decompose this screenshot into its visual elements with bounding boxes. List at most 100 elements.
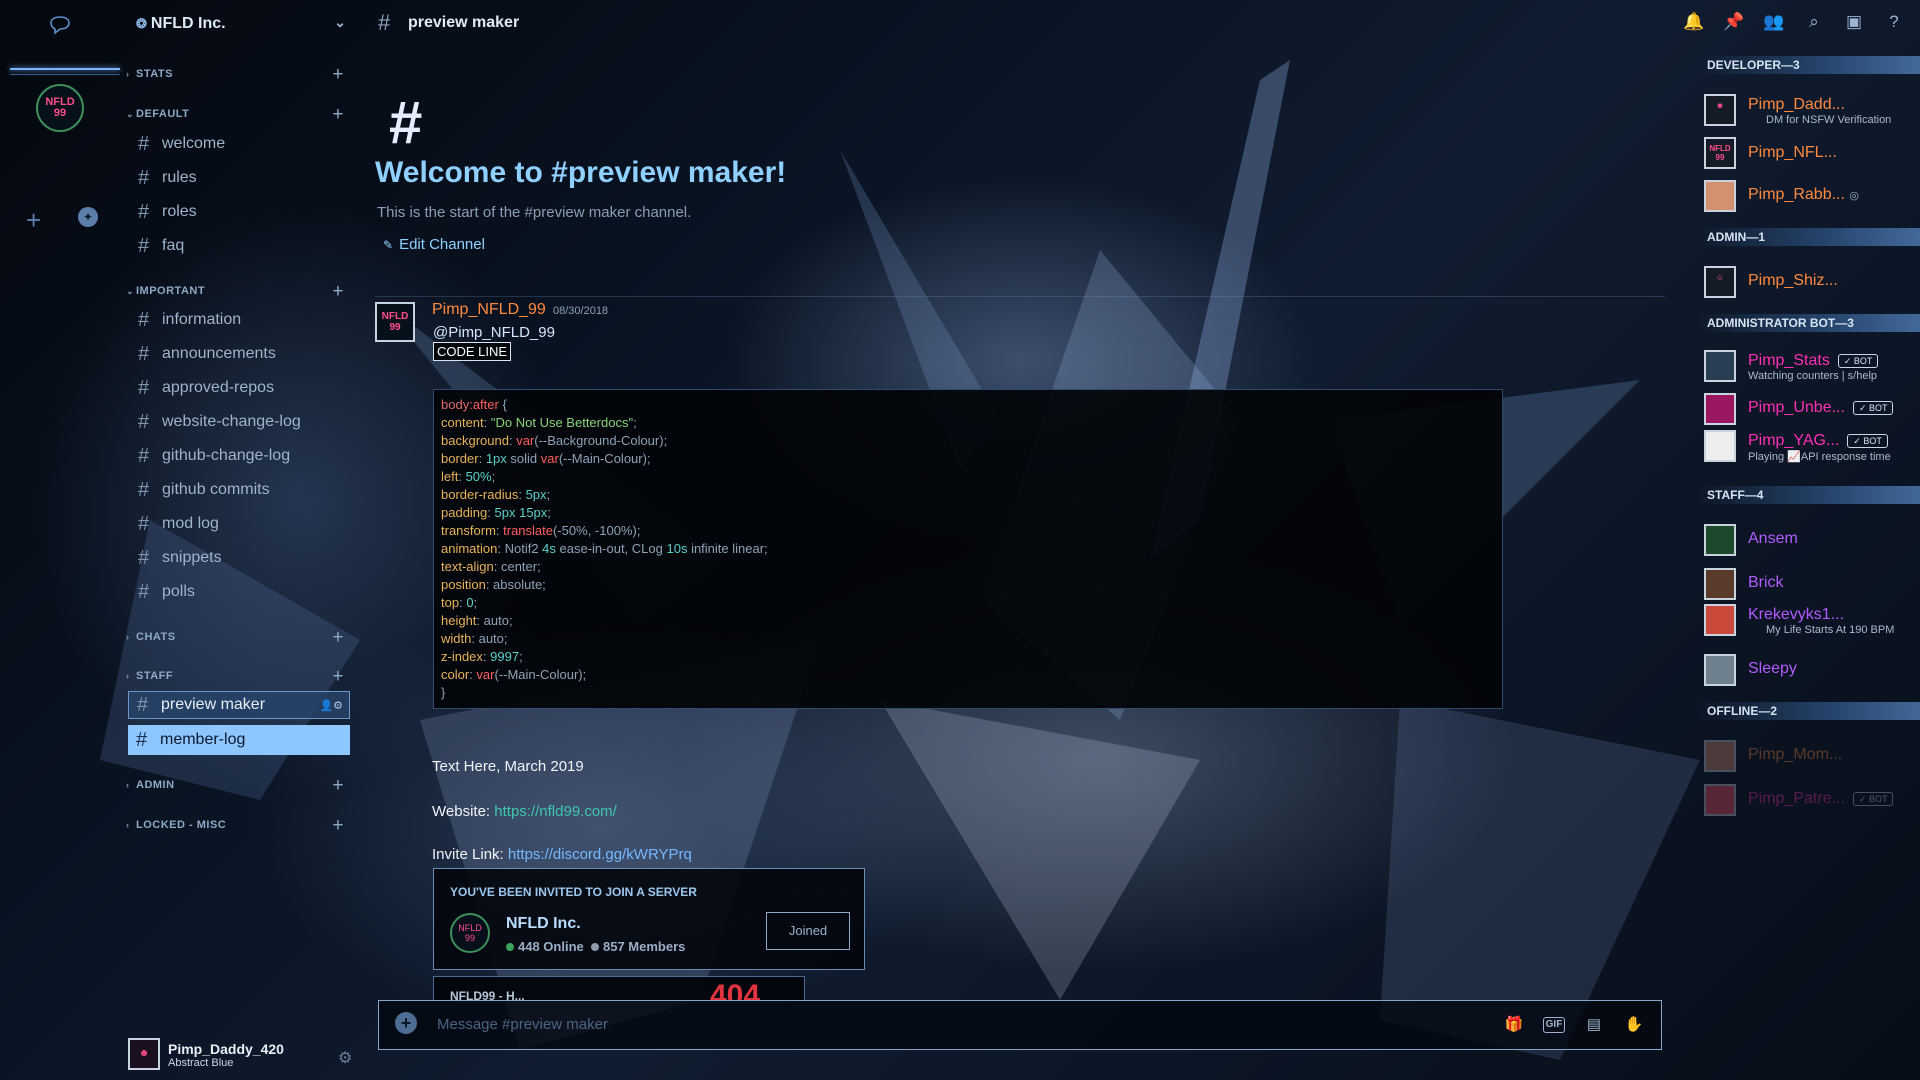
help-icon[interactable]: ? [1882, 12, 1906, 34]
channel-github-change-log[interactable]: # github-change-log [130, 441, 352, 471]
server-icon[interactable]: NFLD 99 [36, 84, 84, 132]
add-channel-icon[interactable]: + [332, 666, 344, 688]
category-chats[interactable]: › CHATS + [126, 627, 348, 649]
member-item[interactable]: ☺ Pimp_Shiz... [1704, 264, 1920, 300]
channel-mod-log[interactable]: # mod log [130, 509, 352, 539]
add-channel-icon[interactable]: + [332, 775, 344, 797]
gif-icon[interactable]: GIF [1543, 1017, 1565, 1033]
code-token: 5px [525, 487, 547, 502]
member-item[interactable]: Brick [1704, 566, 1920, 602]
avatar [1704, 180, 1736, 212]
code-line: z-index: 9997; [441, 648, 1495, 666]
member-item[interactable]: Pimp_Rabb... ◎ [1704, 178, 1920, 214]
code-token: : [483, 415, 491, 430]
message-author[interactable]: Pimp_NFLD_99 [432, 301, 546, 319]
code-token: (--Main-Colour); [558, 451, 651, 466]
joined-button[interactable]: Joined [766, 912, 850, 950]
channel-approved-repos[interactable]: # approved-repos [130, 373, 352, 403]
code-token: left [441, 469, 459, 484]
member-name: Pimp_Stats ✓ BOT [1748, 352, 1879, 370]
message-text: Text Here, March 2019 [432, 758, 584, 775]
bot-badge: ✓ BOT [1852, 791, 1894, 806]
category-important[interactable]: ⌄ IMPORTANT + [126, 281, 348, 303]
member-group-developer: DEVELOPER—3 [1698, 56, 1920, 74]
code-token: (--Main-Colour); [494, 667, 587, 682]
chat-bubble-icon[interactable] [48, 14, 72, 36]
code-line: content: "Do Not Use Betterdocs"; [441, 414, 1495, 432]
code-token: translate [503, 523, 554, 538]
hash-icon: # [137, 693, 149, 716]
add-server-icon[interactable]: + [26, 205, 41, 236]
code-token: solid [506, 451, 541, 466]
avatar[interactable]: ☻ [128, 1038, 160, 1070]
code-line: border-radius: 5px; [441, 486, 1495, 504]
channel-welcome[interactable]: # welcome [130, 129, 352, 159]
chevron-down-icon[interactable]: ⌄ [334, 14, 346, 31]
add-channel-icon[interactable]: + [332, 104, 344, 126]
code-line: animation: Notif2 4s ease-in-out, CLog 1… [441, 540, 1495, 558]
sticker-icon[interactable]: ▤ [1583, 1014, 1605, 1036]
invite-server-name[interactable]: NFLD Inc. [506, 915, 581, 933]
add-channel-icon[interactable]: + [332, 815, 344, 837]
member-item[interactable]: Pimp_Patre... ✓ BOT [1704, 782, 1920, 818]
code-token: : [478, 451, 486, 466]
member-item[interactable]: Pimp_Unbe... ✓ BOT [1704, 391, 1920, 427]
user-mention[interactable]: @Pimp_NFLD_99 [433, 324, 555, 341]
channel-github-commits[interactable]: # github commits [130, 475, 352, 505]
rail-divider [10, 68, 120, 70]
server-rail: NFLD 99 + ✦ [0, 0, 120, 1080]
member-item[interactable]: Pimp_Stats ✓ BOT Watching counters | s/hel… [1704, 348, 1920, 384]
emoji-icon[interactable]: ✋ [1623, 1014, 1645, 1036]
channel-snippets[interactable]: # snippets [130, 543, 352, 573]
members-dot [590, 943, 599, 951]
add-channel-icon[interactable]: + [332, 627, 344, 649]
gift-icon[interactable]: 🎁 [1503, 1014, 1525, 1036]
avatar: ☺ [1704, 266, 1736, 298]
channel-website-change-log[interactable]: # website-change-log [130, 407, 352, 437]
member-item[interactable]: Sleepy [1704, 652, 1920, 688]
edit-channel-link[interactable]: ✎ Edit Channel [383, 236, 485, 253]
member-item[interactable]: Krekevyks1... My Life Starts At 190 BPM [1704, 602, 1920, 638]
avatar [1704, 393, 1736, 425]
inbox-icon[interactable]: ▣ [1842, 12, 1866, 34]
member-item[interactable]: Pimp_YAG... ✓ BOT Playing 📈API response ti… [1704, 428, 1920, 464]
channel-roles[interactable]: # roles [130, 197, 352, 227]
gear-icon[interactable]: ⚙ [338, 1048, 352, 1068]
invite-link[interactable]: https://discord.gg/kWRYPrq [508, 846, 692, 863]
pin-icon[interactable]: 📌 [1722, 12, 1746, 34]
category-staff[interactable]: › STAFF + [126, 666, 348, 688]
channel-member-log[interactable]: # member-log [128, 725, 350, 755]
bell-icon[interactable]: 🔔 [1682, 12, 1706, 34]
member-item[interactable]: ☻ Pimp_Dadd... DM for NSFW Verification [1704, 92, 1920, 128]
add-attachment-icon[interactable]: + [395, 1012, 417, 1034]
inline-code: CODE LINE [433, 342, 512, 361]
add-channel-icon[interactable]: + [332, 281, 344, 303]
code-token: width [441, 631, 472, 646]
avatar[interactable]: NFLD 99 [375, 302, 415, 342]
category-stats[interactable]: › STATS + [126, 64, 348, 86]
channel-information[interactable]: # information [130, 305, 352, 335]
code-token: :after [469, 397, 499, 412]
channel-announcements[interactable]: # announcements [130, 339, 352, 369]
channel-faq[interactable]: # faq [130, 231, 352, 261]
message-input[interactable]: Message #preview maker [437, 1016, 608, 1033]
invite-settings-icons[interactable]: 👤⚙ [319, 699, 343, 712]
server-header[interactable]: ❂ NFLD Inc. ⌄ [136, 12, 346, 36]
website-link[interactable]: https://nfld99.com/ [494, 803, 617, 820]
channel-rules[interactable]: # rules [130, 163, 352, 193]
category-admin[interactable]: › ADMIN + [126, 775, 348, 797]
member-item[interactable]: Ansem [1704, 522, 1920, 558]
channel-sidebar: ❂ NFLD Inc. ⌄ › STATS + ⌄ DEFAULT + # welcome… [120, 0, 355, 1080]
members-icon[interactable]: 👥 [1762, 12, 1786, 34]
compass-icon[interactable]: ✦ [78, 207, 98, 227]
bot-badge: ✓ BOT [1837, 353, 1879, 368]
member-item[interactable]: NFLD 99 Pimp_NFL... [1704, 135, 1920, 171]
category-default[interactable]: ⌄ DEFAULT + [126, 104, 348, 126]
add-channel-icon[interactable]: + [332, 64, 344, 86]
channel-preview-maker[interactable]: # preview maker 👤⚙ [128, 691, 350, 719]
channel-polls[interactable]: # polls [130, 577, 352, 607]
search-icon[interactable]: ⌕ [1802, 12, 1826, 34]
channel-title: preview maker [408, 14, 520, 31]
member-item[interactable]: Pimp_Mom... [1704, 738, 1920, 774]
category-locked-misc[interactable]: › LOCKED - MISC + [126, 815, 348, 837]
